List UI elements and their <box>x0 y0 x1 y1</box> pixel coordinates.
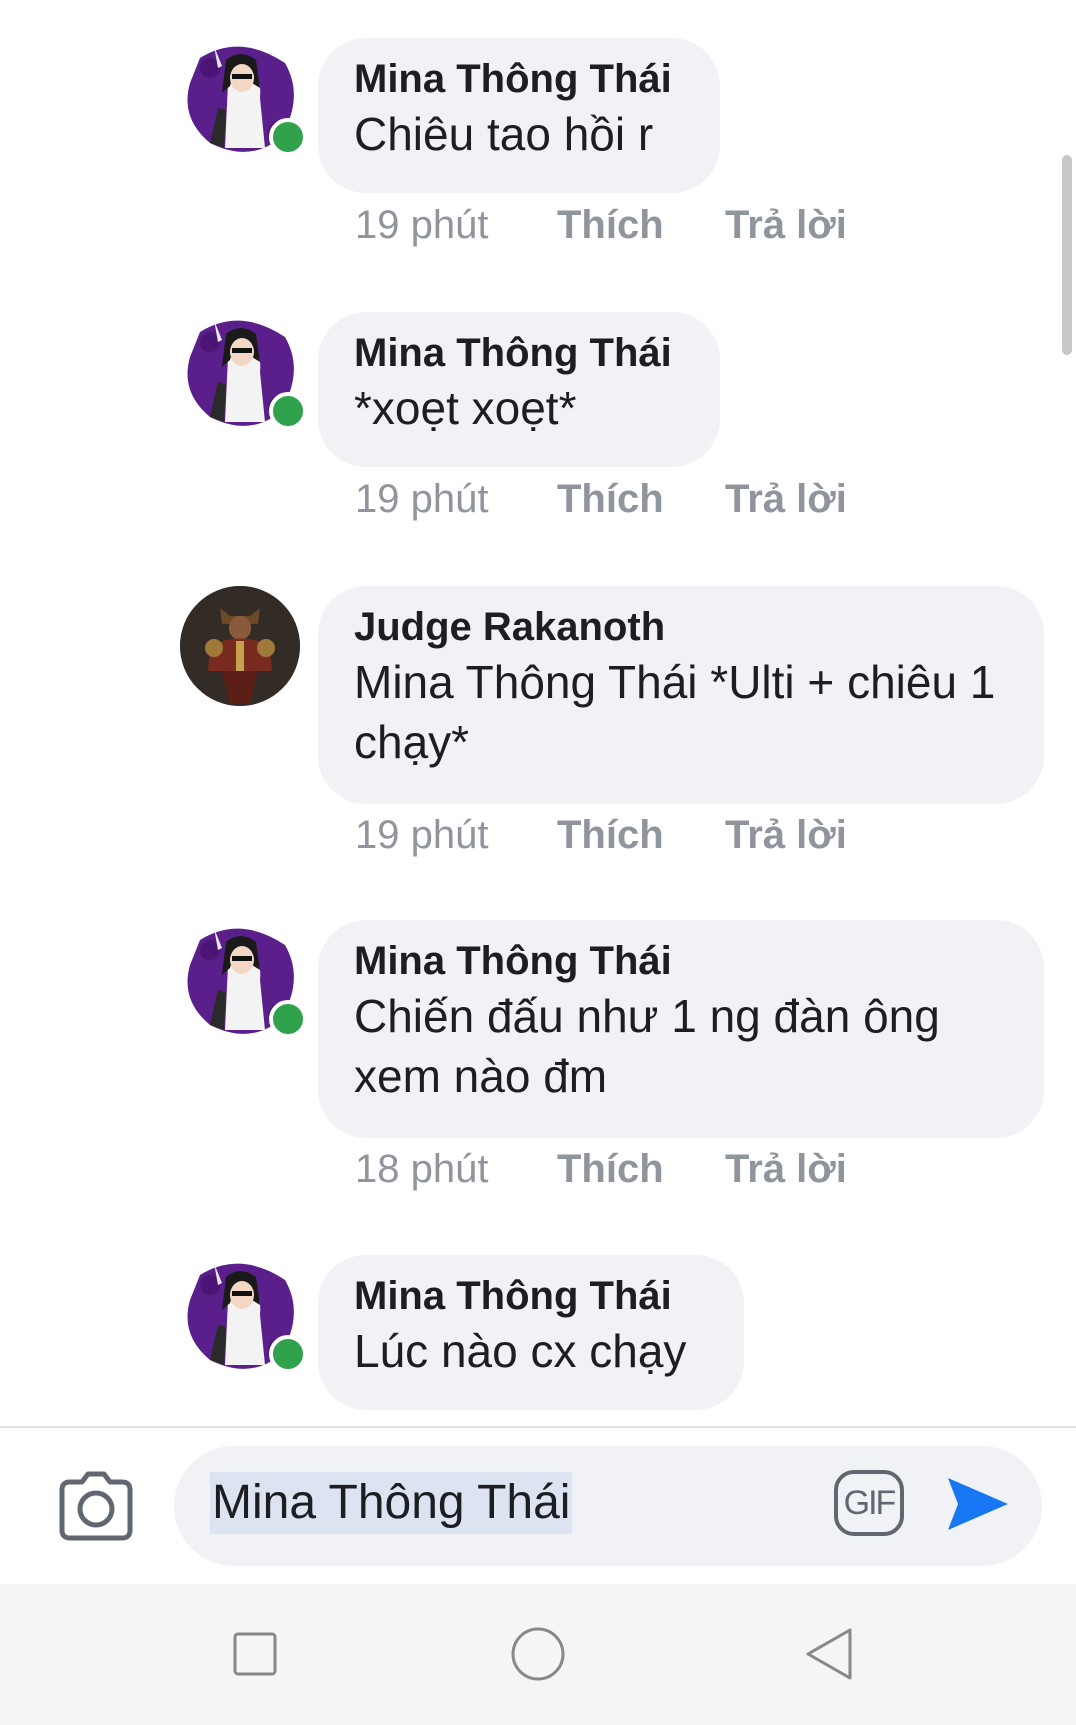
comment-list: Mina Thông Thái Chiêu tao hồi r 19 phút … <box>0 0 1076 1426</box>
camera-icon[interactable] <box>58 1468 134 1544</box>
circle-home-icon[interactable] <box>508 1624 568 1684</box>
comment-time: 19 phút <box>355 477 489 521</box>
comment-bubble[interactable]: Mina Thông Thái Chiêu tao hồi r <box>318 38 720 193</box>
armored-warrior-avatar-icon <box>180 586 300 706</box>
comment-time: 19 phút <box>355 203 489 247</box>
scrollbar[interactable] <box>1062 155 1072 355</box>
comment-time: 18 phút <box>355 1147 489 1191</box>
comment-time: 19 phút <box>355 813 489 857</box>
triangle-back-icon[interactable] <box>800 1624 860 1684</box>
avatar[interactable] <box>180 38 307 158</box>
reply-button[interactable]: Trả lời <box>725 200 847 250</box>
comment-text: *xoẹt xoẹt* <box>354 382 577 434</box>
online-status-dot <box>269 1000 307 1038</box>
comment-bubble[interactable]: Mina Thông Thái Lúc nào cx chạy <box>318 1255 744 1410</box>
comment-author[interactable]: Mina Thông Thái <box>354 936 1008 986</box>
comment-bubble[interactable]: Mina Thông Thái Chiến đấu như 1 ng đàn ô… <box>318 920 1044 1138</box>
avatar[interactable] <box>180 920 307 1040</box>
comment-author[interactable]: Mina Thông Thái <box>354 328 684 378</box>
online-status-dot <box>269 118 307 156</box>
like-button[interactable]: Thích <box>557 810 664 860</box>
reply-button[interactable]: Trả lời <box>725 474 847 524</box>
comment-text: Lúc nào cx chạy <box>354 1325 687 1377</box>
comment-text: Mina Thông Thái *Ulti + chiêu 1 chạy* <box>354 656 996 768</box>
comment-thread-screen: Mina Thông Thái Chiêu tao hồi r 19 phút … <box>0 0 1076 1725</box>
reply-button[interactable]: Trả lời <box>725 1144 847 1194</box>
comment-author[interactable]: Mina Thông Thái <box>354 54 684 104</box>
online-status-dot <box>269 1335 307 1373</box>
comment-text: Chiêu tao hồi r <box>354 108 654 160</box>
like-button[interactable]: Thích <box>557 1144 664 1194</box>
comment-composer: Mina Thông Thái GIF <box>0 1426 1076 1584</box>
system-navigation-bar <box>0 1584 1076 1725</box>
comment-input-text[interactable]: Mina Thông Thái <box>210 1472 573 1534</box>
reply-button[interactable]: Trả lời <box>725 810 847 860</box>
comment-bubble[interactable]: Judge Rakanoth Mina Thông Thái *Ulti + c… <box>318 586 1044 804</box>
comment-author[interactable]: Mina Thông Thái <box>354 1271 708 1321</box>
like-button[interactable]: Thích <box>557 200 664 250</box>
comment-author[interactable]: Judge Rakanoth <box>354 602 1008 652</box>
avatar[interactable] <box>180 1255 307 1375</box>
avatar[interactable] <box>180 312 307 432</box>
comment-bubble[interactable]: Mina Thông Thái *xoẹt xoẹt* <box>318 312 720 467</box>
send-icon[interactable] <box>944 1470 1012 1538</box>
gif-button[interactable]: GIF <box>834 1470 904 1536</box>
avatar[interactable] <box>180 586 300 706</box>
like-button[interactable]: Thích <box>557 474 664 524</box>
comment-input[interactable]: Mina Thông Thái GIF <box>174 1446 1042 1566</box>
online-status-dot <box>269 392 307 430</box>
square-recents-icon[interactable] <box>225 1624 285 1684</box>
comment-text: Chiến đấu như 1 ng đàn ông xem nào đm <box>354 990 940 1102</box>
